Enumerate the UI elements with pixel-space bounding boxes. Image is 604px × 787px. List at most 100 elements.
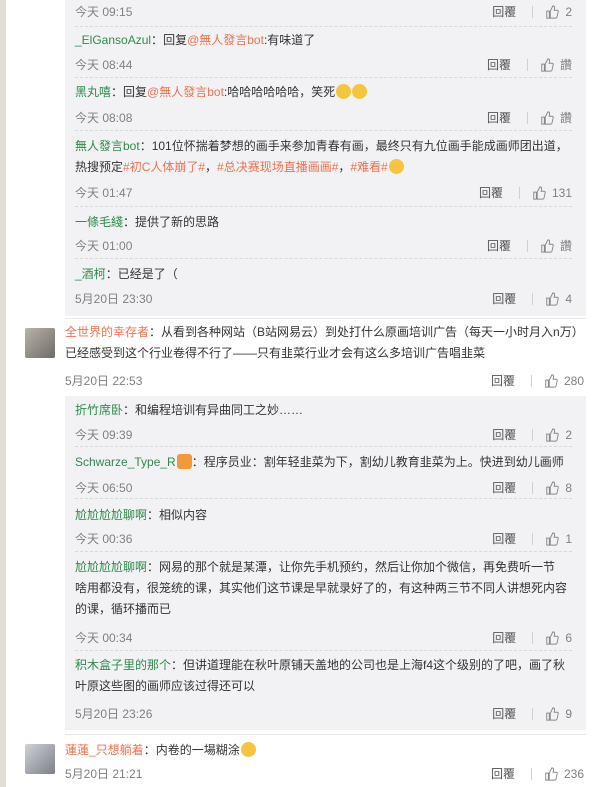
reply-button[interactable]: 回覆 xyxy=(479,184,503,201)
reply-username[interactable]: 黑丸嘻 xyxy=(75,85,111,99)
reply-text: 和编程培训有异曲同工之妙…… xyxy=(135,403,304,417)
reply-button[interactable]: 回覆 xyxy=(492,530,516,547)
thumbs-up-icon xyxy=(546,427,560,442)
reply-button[interactable]: 回覆 xyxy=(492,3,516,20)
reply-text: 相似内容 xyxy=(159,508,208,522)
like-button[interactable]: 2 xyxy=(545,428,572,442)
like-count: 280 xyxy=(563,373,584,388)
like-button[interactable]: 6 xyxy=(545,631,572,645)
thumbs-up-icon xyxy=(541,238,554,253)
reply-username[interactable]: _ElGansoAzul xyxy=(75,33,151,47)
reply-time: 今天 00:36 xyxy=(75,532,133,546)
reply-username[interactable]: 尬尬尬尬聊啊 xyxy=(75,508,147,522)
reply-time: 今天 09:15 xyxy=(75,5,133,19)
like-count: 8 xyxy=(565,480,572,495)
like-button[interactable]: 8 xyxy=(545,481,572,495)
reply-username[interactable]: 折竹席卧 xyxy=(75,403,123,417)
comment-text: 从看到各种网站（B站网易云）到处打什么原画培训广告（每天一小时月入n万） xyxy=(161,325,584,339)
comment-text: 已经感受到这个行业卷得不行了——只有韭菜行业才会有这么多培训广告唱韭菜 xyxy=(65,346,486,360)
colon: ： xyxy=(111,85,124,99)
reply-thread-2: 折竹席卧：和编程培训有异曲同工之妙…… 今天 09:39 回覆 2 Schwar… xyxy=(65,396,586,730)
reply-item: 一條毛綫：提供了新的思路 今天 01:00 回覆 讚 xyxy=(65,212,586,256)
smirk-emoji-icon xyxy=(388,159,404,174)
badge-emoji-icon xyxy=(176,454,192,469)
like-button[interactable]: 讚 xyxy=(540,237,572,254)
reply-username[interactable]: 一條毛綫 xyxy=(75,215,123,229)
topic-link[interactable]: #难看# xyxy=(350,160,387,174)
thumbs-up-icon xyxy=(545,766,558,781)
divider xyxy=(532,707,534,720)
like-count: 讚 xyxy=(559,58,572,72)
divider xyxy=(530,374,532,387)
reply-thread-1: 今天 09:15 回覆 2 _ElGansoAzul：回复@無人發言bot:有味… xyxy=(65,0,586,316)
reply-prefix: 回复 xyxy=(123,85,148,99)
reply-button[interactable]: 回覆 xyxy=(492,290,516,307)
thumbs-up-icon xyxy=(546,291,560,306)
divider xyxy=(526,239,528,252)
like-button[interactable]: 280 xyxy=(544,374,584,388)
colon: ： xyxy=(151,33,164,47)
like-count: 9 xyxy=(565,706,572,721)
reply-text: 程序员业：割年轻韭菜为下，割幼儿教育韭菜为上。快进到幼儿画师 xyxy=(203,455,564,469)
like-button[interactable]: 1 xyxy=(545,532,572,546)
reply-time: 今天 08:44 xyxy=(75,58,133,72)
thumbs-up-icon xyxy=(546,480,560,495)
reply-button[interactable]: 回覆 xyxy=(492,426,516,443)
reply-button[interactable]: 回覆 xyxy=(492,479,516,496)
colon: ： xyxy=(139,139,152,153)
shrug-emoji-icon xyxy=(240,742,256,757)
reply-text: :有味道了 xyxy=(263,33,316,47)
colon: ： xyxy=(123,215,136,229)
reply-username[interactable]: Schwarze_Type_R xyxy=(75,455,176,469)
like-button[interactable]: 131 xyxy=(532,186,572,200)
like-button[interactable]: 236 xyxy=(544,767,584,781)
avatar[interactable] xyxy=(25,328,55,358)
mention-link[interactable]: @無人發言bot xyxy=(147,85,224,99)
comma: ， xyxy=(205,160,218,174)
reply-username[interactable]: 尬尬尬尬聊啊 xyxy=(75,560,147,574)
topic-link[interactable]: #初C人体崩了# xyxy=(123,160,205,174)
reply-button[interactable]: 回覆 xyxy=(491,765,515,782)
like-count: 讚 xyxy=(559,239,572,253)
reply-text: 的课，循环播而已 xyxy=(75,602,172,616)
like-button[interactable]: 2 xyxy=(545,5,572,19)
like-count: 1 xyxy=(565,531,572,546)
divider xyxy=(532,5,534,18)
like-button[interactable]: 讚 xyxy=(540,56,572,73)
like-button[interactable]: 9 xyxy=(545,707,572,721)
divider xyxy=(532,292,534,305)
reply-button[interactable]: 回覆 xyxy=(491,372,515,389)
like-button[interactable]: 4 xyxy=(545,292,572,306)
colon: ： xyxy=(105,267,118,281)
reply-username[interactable]: _酒柯 xyxy=(75,267,106,281)
reply-button[interactable]: 回覆 xyxy=(492,705,516,722)
comment-item: 蓮蓮_只想躺着：内卷的一場糊涂 5月20日 21:21 回覆 236 xyxy=(0,740,604,787)
topic-link[interactable]: #总决赛现场直播画画# xyxy=(217,160,338,174)
like-button[interactable]: 讚 xyxy=(540,109,572,126)
thumbs-up-icon xyxy=(546,531,560,546)
like-count: 236 xyxy=(563,766,584,781)
laugh-cry-emoji-icon xyxy=(352,84,368,99)
reply-text: 提供了新的思路 xyxy=(135,215,220,229)
reply-button[interactable]: 回覆 xyxy=(487,237,511,254)
reply-item: 黑丸嘻：回复@無人發言bot:哈哈哈哈哈哈，笑死 今天 08:08 回覆 讚 xyxy=(65,82,586,128)
reply-username[interactable]: 無人發言bot xyxy=(75,139,140,153)
comment-divider xyxy=(65,734,586,735)
reply-button[interactable]: 回覆 xyxy=(492,629,516,646)
reply-time: 今天 01:00 xyxy=(75,239,133,253)
comment-username[interactable]: 全世界的幸存者 xyxy=(65,325,149,339)
reply-button[interactable]: 回覆 xyxy=(487,56,511,73)
comment-username[interactable]: 蓮蓮_只想躺着 xyxy=(65,743,144,757)
reply-username[interactable]: 积木盒子里的那个 xyxy=(75,658,171,672)
reply-button[interactable]: 回覆 xyxy=(487,109,511,126)
reply-time: 5月20日 23:30 xyxy=(75,292,153,306)
colon: ： xyxy=(143,743,156,757)
mention-link[interactable]: @無人發言bot xyxy=(187,33,264,47)
avatar[interactable] xyxy=(25,744,55,774)
colon: ： xyxy=(171,658,184,672)
comment-text: 内卷的一場糊涂 xyxy=(155,743,240,757)
reply-item: 折竹席卧：和编程培训有异曲同工之妙…… 今天 09:39 回覆 2 xyxy=(65,400,586,444)
like-count: 131 xyxy=(551,185,572,200)
like-count: 6 xyxy=(565,630,572,645)
colon: ： xyxy=(149,325,162,339)
